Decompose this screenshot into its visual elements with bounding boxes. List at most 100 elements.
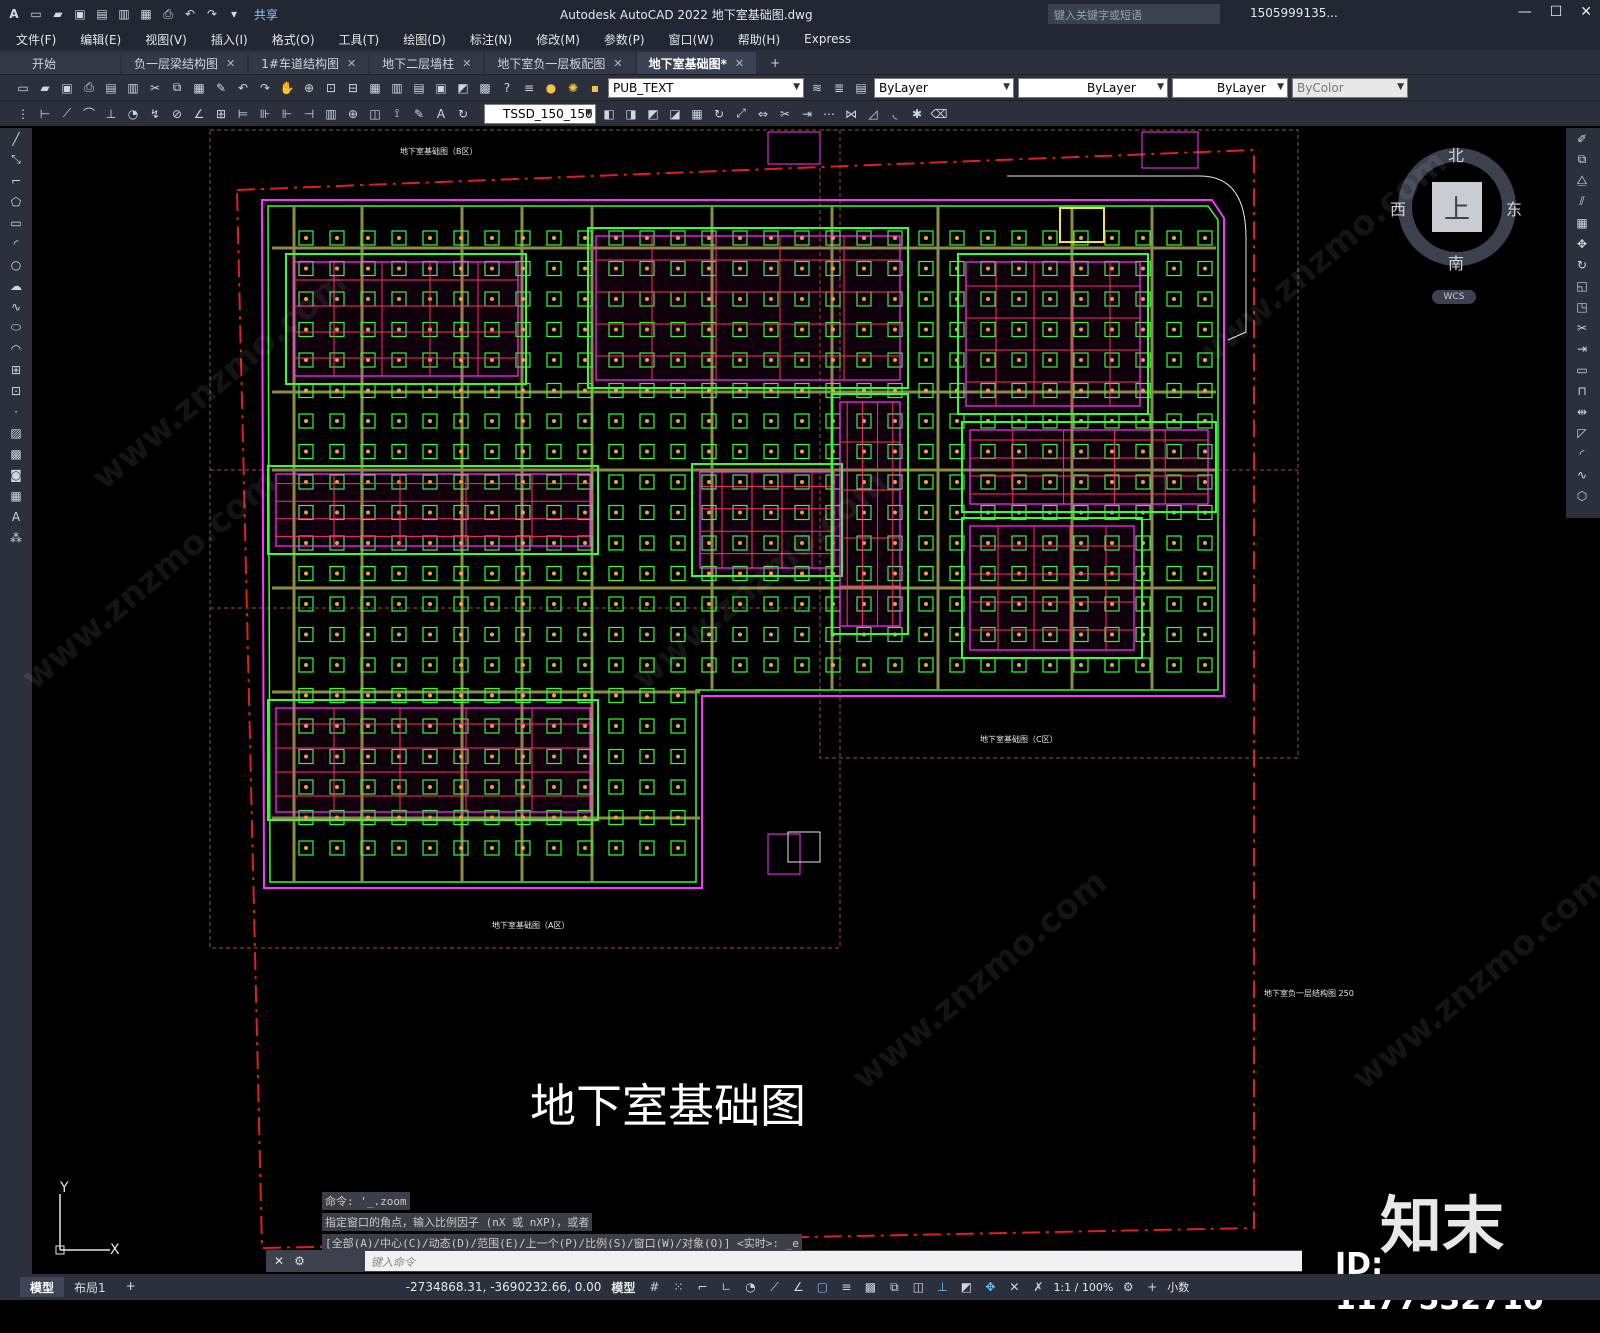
redo-icon[interactable]: ↷ — [204, 6, 220, 22]
annotation-visibility-icon[interactable]: ✕ — [1005, 1278, 1023, 1296]
table-icon[interactable]: ▦ — [0, 485, 32, 506]
quick-dim-icon[interactable]: ⊞ — [212, 105, 230, 123]
undo-icon[interactable]: ↶ — [182, 6, 198, 22]
color-dropdown[interactable]: ByLayer ▼ — [874, 77, 1014, 98]
menu-draw[interactable]: 绘图(D) — [403, 31, 446, 48]
gizmo-icon[interactable]: ✥ — [981, 1278, 999, 1296]
compass-east[interactable]: 东 — [1506, 196, 1522, 220]
add-tab-button[interactable]: + — [758, 52, 792, 74]
new-icon[interactable]: ▭ — [14, 79, 32, 97]
dim-baseline-icon[interactable]: ⊨ — [234, 105, 252, 123]
close-button[interactable]: ✕ — [1580, 4, 1592, 20]
explode-icon[interactable]: ✱ — [908, 105, 926, 123]
markup-icon[interactable]: ◩ — [454, 79, 472, 97]
add-layout-button[interactable]: + — [116, 1277, 146, 1297]
close-tab-icon[interactable]: ✕ — [735, 57, 744, 70]
user-account[interactable]: 1505999135... — [1250, 6, 1338, 20]
layer-prev-icon[interactable]: ≣ — [830, 79, 848, 97]
rotate-icon[interactable]: ↻ — [710, 105, 728, 123]
region-icon[interactable]: ◙ — [0, 464, 32, 485]
linetype-dropdown[interactable]: ByLayer ▼ — [1018, 77, 1168, 98]
infer-icon[interactable]: ⌐ — [693, 1278, 711, 1296]
command-input[interactable]: 键入命令 — [364, 1251, 1302, 1271]
dim-text-edit-icon[interactable]: A — [432, 105, 450, 123]
osnap-tracking-icon[interactable]: ∠ — [789, 1278, 807, 1296]
3d-osnap-icon[interactable]: ◫ — [909, 1278, 927, 1296]
mirror-icon[interactable]: ⧋ — [1566, 170, 1598, 191]
join-icon[interactable]: ⋈ — [842, 105, 860, 123]
tab-model[interactable]: 模型 — [20, 1277, 65, 1297]
tab-b1-slab[interactable]: 地下室负一层板配图 ✕ — [485, 52, 635, 74]
hatch-icon[interactable]: ▨ — [0, 422, 32, 443]
make-current-icon[interactable]: ≋ — [808, 79, 826, 97]
minimize-button[interactable]: — — [1518, 4, 1532, 20]
jogged-linear-icon[interactable]: ⟟ — [388, 105, 406, 123]
break-icon[interactable]: ⋯ — [820, 105, 838, 123]
undo-icon[interactable]: ↶ — [234, 79, 252, 97]
save-icon[interactable]: ▣ — [72, 6, 88, 22]
menu-insert[interactable]: 插入(I) — [211, 31, 248, 48]
erase-icon[interactable]: ⌫ — [930, 105, 948, 123]
scale-icon[interactable]: ⤢ — [732, 105, 750, 123]
dim-angular-icon[interactable]: ∠ — [190, 105, 208, 123]
mirror-icon[interactable]: ◩ — [644, 105, 662, 123]
dim-arc-icon[interactable]: ⌒ — [80, 105, 98, 123]
stretch-icon[interactable]: ⇔ — [754, 105, 772, 123]
pan-icon[interactable]: ✋ — [278, 79, 296, 97]
tool-palette-icon[interactable]: ▤ — [410, 79, 428, 97]
dynamic-ucs-icon[interactable]: ⊥ — [933, 1278, 951, 1296]
polygon-icon[interactable]: ⬠ — [0, 191, 32, 212]
lineweight-icon[interactable]: ≡ — [837, 1278, 855, 1296]
menu-edit[interactable]: 编辑(E) — [80, 31, 121, 48]
point-icon[interactable]: · — [0, 401, 32, 422]
make-block-icon[interactable]: ⊡ — [0, 380, 32, 401]
menu-format[interactable]: 格式(O) — [272, 31, 315, 48]
osnap-icon[interactable]: ▢ — [813, 1278, 831, 1296]
plotstyle-dropdown[interactable]: ByColor ▼ — [1292, 77, 1408, 98]
construction-line-icon[interactable]: ⤡ — [0, 149, 32, 170]
explode-icon[interactable]: ⬡ — [1566, 485, 1598, 506]
extend-icon[interactable]: ⇥ — [1566, 338, 1598, 359]
layer-state-icon[interactable]: ▤ — [852, 79, 870, 97]
line-icon[interactable]: ╱ — [0, 128, 32, 149]
erase-icon[interactable]: ✐ — [1566, 128, 1598, 149]
plot-icon[interactable]: ⎙ — [160, 6, 176, 22]
snap-icon[interactable]: ⁙ — [669, 1278, 687, 1296]
dimstyle-dropdown[interactable]: TSSD_150_150 ▼ — [484, 103, 596, 124]
tolerance-icon[interactable]: ▥ — [322, 105, 340, 123]
array-icon[interactable]: ▦ — [688, 105, 706, 123]
plot-icon[interactable]: ⎙ — [80, 79, 98, 97]
open-web-icon[interactable]: ▥ — [116, 6, 132, 22]
workspace-gear-icon[interactable]: ⚙ — [1119, 1278, 1137, 1296]
annotation-scale[interactable]: 1:1 / 100% — [1053, 1281, 1113, 1294]
layer-on-icon[interactable]: ● — [542, 79, 560, 97]
menu-tools[interactable]: 工具(T) — [339, 31, 380, 48]
menu-help[interactable]: 帮助(H) — [738, 31, 780, 48]
mtext-icon[interactable]: A — [0, 506, 32, 527]
app-logo-icon[interactable]: A — [6, 6, 22, 22]
zoom-prev-icon[interactable]: ⊟ — [344, 79, 362, 97]
rectangle-icon[interactable]: ▭ — [0, 212, 32, 233]
dim-ordinate-icon[interactable]: ⊥ — [102, 105, 120, 123]
model-space-toggle[interactable]: 模型 — [611, 1279, 635, 1296]
tab-layout1[interactable]: 布局1 — [64, 1277, 116, 1297]
tab-start[interactable]: 开始 — [0, 52, 121, 74]
annotation-monitor-icon[interactable]: + — [1143, 1278, 1161, 1296]
chamfer-icon[interactable]: ◸ — [1566, 422, 1598, 443]
coordinates-readout[interactable]: -2734868.31, -3690232.66, 0.00 — [406, 1280, 602, 1294]
properties-icon[interactable]: ▦ — [366, 79, 384, 97]
insert-block-icon[interactable]: ⊞ — [0, 359, 32, 380]
cut-icon[interactable]: ✂ — [146, 79, 164, 97]
close-tab-icon[interactable]: ✕ — [613, 57, 622, 70]
paste-icon[interactable]: ▦ — [190, 79, 208, 97]
customize-icon[interactable]: ⚙ — [294, 1254, 305, 1268]
tab-ramp[interactable]: 1#车道结构图 ✕ — [249, 52, 369, 74]
menu-file[interactable]: 文件(F) — [16, 31, 56, 48]
trim-icon[interactable]: ✂ — [776, 105, 794, 123]
inspect-icon[interactable]: ◫ — [366, 105, 384, 123]
close-cmdline-icon[interactable]: ✕ — [274, 1254, 284, 1268]
maximize-button[interactable]: ☐ — [1550, 4, 1563, 20]
break-icon[interactable]: ⊓ — [1566, 380, 1598, 401]
revcloud-icon[interactable]: ☁ — [0, 275, 32, 296]
blend-icon[interactable]: ∿ — [1566, 464, 1598, 485]
